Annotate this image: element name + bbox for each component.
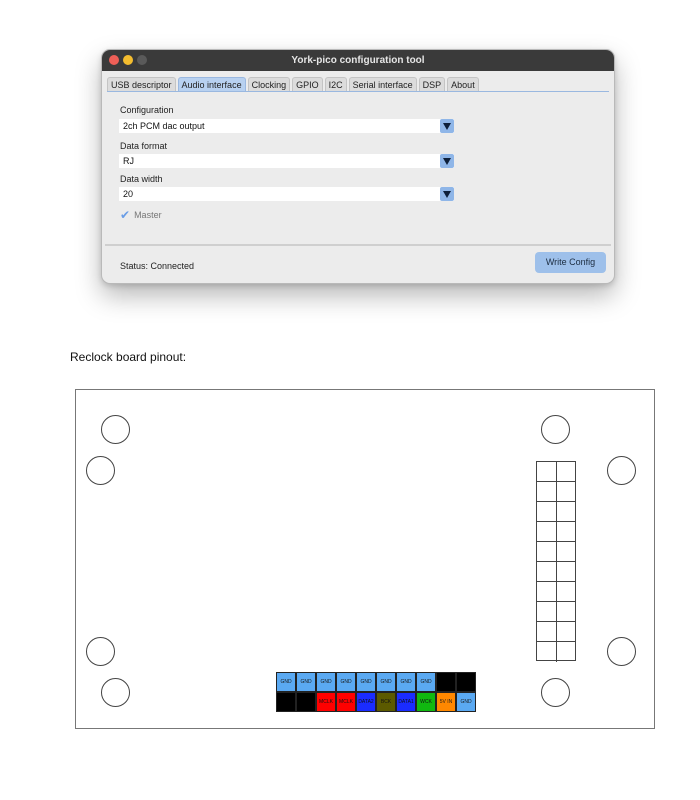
master-label: Master: [134, 210, 162, 220]
side-header-pin: [537, 562, 557, 582]
side-header-pin: [556, 522, 575, 542]
tab-i2c[interactable]: I2C: [324, 77, 347, 92]
tab-serial-interface[interactable]: Serial interface: [348, 77, 417, 92]
maximize-window-button[interactable]: [137, 55, 147, 65]
data-format-label: Data format: [120, 141, 168, 151]
header-pin: [436, 672, 456, 692]
pinout-caption: Reclock board pinout:: [70, 350, 187, 364]
minimize-window-button[interactable]: [123, 55, 133, 65]
header-pin: 5V IN: [436, 692, 456, 712]
reclock-board-diagram: GND GND GND GND GND GND GND GND MCLK MCLK DATA2 BCK…: [75, 389, 655, 729]
side-header-pin: [537, 542, 557, 562]
side-header-pin: [537, 622, 557, 642]
header-pin: [296, 692, 316, 712]
side-header-pin: [556, 482, 575, 502]
write-config-button[interactable]: Write Config: [535, 252, 606, 273]
mounting-hole: [101, 415, 130, 444]
header-pin: GND: [336, 672, 356, 692]
side-header-pin: [556, 622, 575, 642]
close-window-button[interactable]: [109, 55, 119, 65]
config-window: York-pico configuration tool USB descrip…: [101, 49, 615, 284]
window-title: York-pico configuration tool: [291, 55, 425, 66]
side-header-pin: [556, 582, 575, 602]
tab-bar: USB descriptor Audio interface Clocking …: [107, 77, 479, 92]
mounting-hole: [607, 637, 636, 666]
side-header-pin: [537, 602, 557, 622]
header-pin: GND: [276, 672, 296, 692]
data-format-select[interactable]: RJ: [119, 154, 454, 168]
header-pin: MCLK: [336, 692, 356, 712]
tab-about[interactable]: About: [447, 77, 479, 92]
side-header-pin: [537, 642, 557, 662]
side-header-pin: [537, 462, 557, 482]
mounting-hole: [541, 678, 570, 707]
header-pin: MCLK: [316, 692, 336, 712]
header-pin: DATA1: [396, 692, 416, 712]
side-header-pin: [556, 462, 575, 482]
mounting-hole: [607, 456, 636, 485]
side-header-pin: [537, 522, 557, 542]
side-header-pin: [556, 642, 575, 662]
mounting-hole: [541, 415, 570, 444]
tab-underline: [107, 91, 609, 92]
header-pin: DATA2: [356, 692, 376, 712]
header-pin: BCK: [376, 692, 396, 712]
tab-audio-interface[interactable]: Audio interface: [177, 77, 246, 92]
mounting-hole: [86, 456, 115, 485]
chevron-down-icon[interactable]: [440, 187, 454, 201]
data-width-select[interactable]: 20: [119, 187, 454, 201]
title-bar: York-pico configuration tool: [102, 50, 614, 71]
bottom-pin-header: GND GND GND GND GND GND GND GND MCLK MCLK DATA2 BCK…: [276, 672, 477, 712]
header-pin: GND: [416, 672, 436, 692]
side-header-pin: [556, 502, 575, 522]
configuration-value: 2ch PCM dac output: [123, 121, 205, 131]
side-header-pin: [537, 482, 557, 502]
status-text: Status: Connected: [120, 261, 195, 271]
header-pin: GND: [316, 672, 336, 692]
chevron-down-icon[interactable]: [440, 154, 454, 168]
header-pin: [276, 692, 296, 712]
header-pin: GND: [396, 672, 416, 692]
header-pin: GND: [356, 672, 376, 692]
header-pin: GND: [376, 672, 396, 692]
tab-usb-descriptor[interactable]: USB descriptor: [107, 77, 176, 92]
checkmark-icon: ✔: [120, 208, 131, 222]
master-checkbox[interactable]: ✔ Master: [120, 208, 162, 222]
data-width-label: Data width: [120, 174, 163, 184]
side-header-pin: [556, 602, 575, 622]
chevron-down-icon[interactable]: [440, 119, 454, 133]
data-width-value: 20: [123, 189, 134, 199]
header-pin: GND: [296, 672, 316, 692]
mounting-hole: [86, 637, 115, 666]
tab-clocking[interactable]: Clocking: [247, 77, 291, 92]
tab-gpio[interactable]: GPIO: [292, 77, 323, 92]
side-header-pin: [537, 502, 557, 522]
side-pin-header: [536, 461, 576, 662]
header-pin: WCK: [416, 692, 436, 712]
header-pin: [456, 672, 476, 692]
configuration-label: Configuration: [120, 105, 174, 115]
mounting-hole: [101, 678, 130, 707]
header-pin: GND: [456, 692, 476, 712]
side-header-pin: [556, 562, 575, 582]
configuration-select[interactable]: 2ch PCM dac output: [119, 119, 454, 133]
divider: [105, 244, 611, 246]
tab-dsp[interactable]: DSP: [418, 77, 446, 92]
side-header-pin: [537, 582, 557, 602]
side-header-pin: [556, 542, 575, 562]
data-format-value: RJ: [123, 156, 134, 166]
